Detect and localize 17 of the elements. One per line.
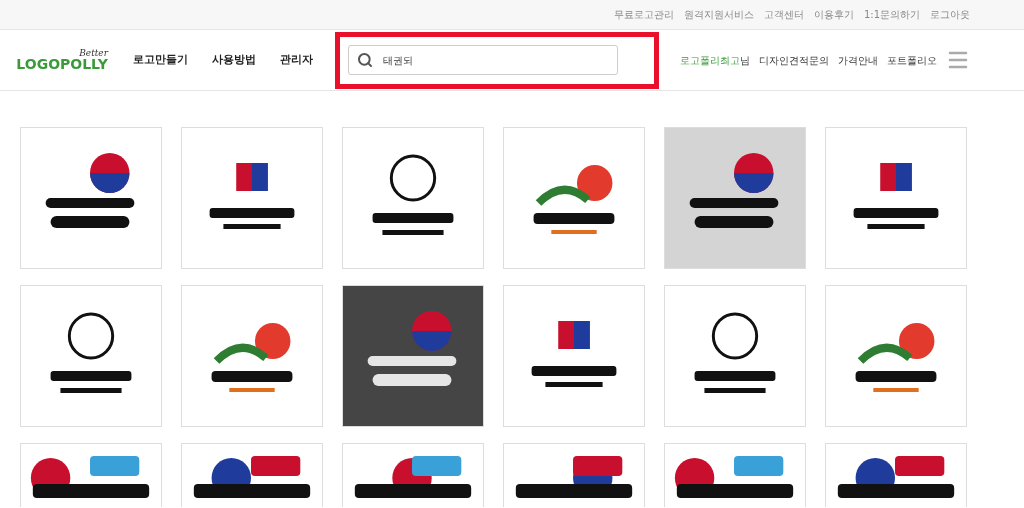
- search-field[interactable]: 태권되: [348, 45, 618, 75]
- logo-tagline: Better: [79, 49, 108, 58]
- user-greeting[interactable]: 로고폴리최고님: [680, 52, 750, 68]
- nav-link[interactable]: 로고만들기: [133, 51, 188, 69]
- header-link[interactable]: 포트폴리오: [887, 52, 937, 68]
- top-link[interactable]: 로그아웃: [930, 7, 970, 22]
- logo-wordmark: LOGOPOLLY: [16, 57, 108, 71]
- top-link[interactable]: 무료로고관리: [613, 7, 674, 22]
- header-link[interactable]: 가격안내: [838, 52, 878, 68]
- top-link[interactable]: 고객센터: [763, 7, 804, 22]
- nav-link[interactable]: 관리자: [280, 51, 313, 69]
- search-input[interactable]: 태권되: [383, 52, 583, 68]
- top-link[interactable]: 원격지원서비스: [683, 7, 754, 22]
- search-icon: [357, 52, 373, 68]
- top-link[interactable]: 이용후기: [813, 7, 854, 22]
- header-link[interactable]: 디자인견적문의: [759, 52, 829, 68]
- nav-link[interactable]: 사용방법: [212, 51, 256, 69]
